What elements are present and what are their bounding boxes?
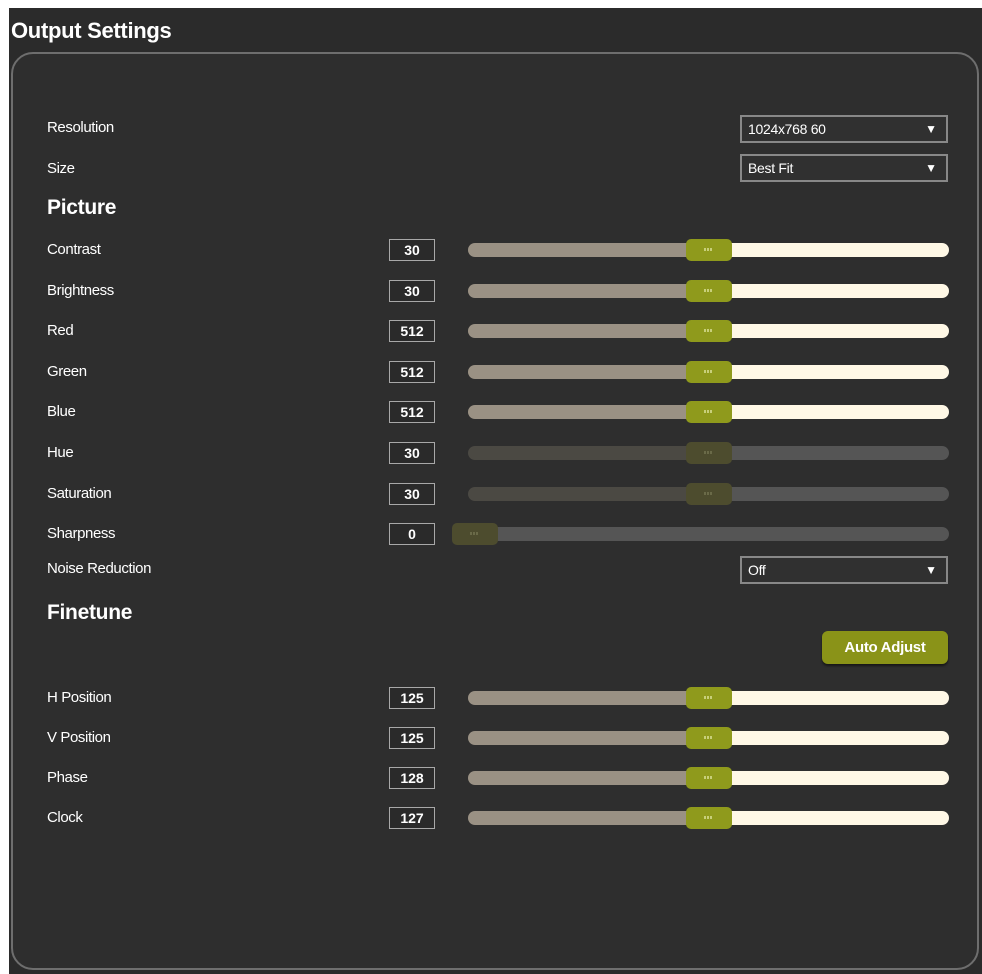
phase-slider-fill — [468, 771, 709, 785]
red-slider[interactable] — [468, 320, 949, 343]
triangle-down-icon: ▼ — [925, 161, 937, 175]
finetune-heading: Finetune — [47, 601, 133, 624]
brightness-slider-fill — [468, 283, 709, 298]
green-slider-thumb[interactable] — [685, 360, 732, 383]
settings-panel — [11, 52, 979, 970]
blue-slider-fill — [468, 405, 709, 420]
hue-value-input[interactable]: 30 — [389, 442, 435, 464]
brightness-slider-thumb[interactable] — [685, 279, 732, 302]
v-position-slider[interactable] — [468, 727, 949, 749]
green-slider-track — [708, 364, 949, 379]
red-slider-thumb[interactable] — [685, 320, 732, 343]
page-title: Output Settings — [11, 18, 172, 43]
size-label: Size — [47, 160, 75, 177]
contrast-label: Contrast — [47, 241, 101, 258]
green-slider-fill — [468, 364, 709, 379]
v-position-slider-fill — [468, 731, 709, 745]
sharpness-slider-thumb[interactable] — [452, 523, 498, 546]
h-position-slider-fill — [468, 691, 709, 705]
brightness-slider[interactable] — [468, 279, 949, 302]
clock-label: Clock — [47, 809, 83, 826]
phase-label: Phase — [47, 769, 88, 786]
saturation-slider-thumb[interactable] — [685, 482, 732, 505]
hue-slider[interactable] — [468, 442, 949, 464]
size-select[interactable]: Best Fit ▼ — [740, 154, 948, 182]
sharpness-slider[interactable] — [452, 523, 949, 546]
blue-slider-thumb[interactable] — [685, 401, 732, 424]
contrast-slider-track — [708, 243, 949, 257]
clock-slider-thumb[interactable] — [685, 807, 732, 829]
resolution-label: Resolution — [47, 119, 114, 136]
red-label: Red — [47, 322, 74, 340]
triangle-down-icon: ▼ — [925, 122, 937, 136]
blue-slider-track — [708, 405, 949, 420]
contrast-slider[interactable] — [468, 239, 949, 261]
blue-value-input[interactable]: 512 — [389, 401, 435, 424]
h-position-slider[interactable] — [468, 687, 949, 709]
green-label: Green — [47, 362, 87, 380]
red-value-input[interactable]: 512 — [389, 320, 435, 343]
h-position-slider-thumb[interactable] — [685, 687, 732, 709]
blue-slider[interactable] — [468, 401, 949, 424]
hue-label: Hue — [47, 444, 74, 461]
clock-slider-fill — [468, 811, 709, 825]
phase-slider-track — [708, 771, 949, 785]
saturation-slider-fill — [468, 486, 709, 501]
phase-slider[interactable] — [468, 767, 949, 789]
clock-value-input[interactable]: 127 — [389, 807, 435, 829]
red-slider-fill — [468, 324, 709, 339]
h-position-label: H Position — [47, 689, 112, 706]
resolution-value: 1024x768 60 — [748, 121, 826, 137]
picture-heading: Picture — [47, 196, 117, 219]
h-position-slider-track — [708, 691, 949, 705]
phase-value-input[interactable]: 128 — [389, 767, 435, 789]
size-value: Best Fit — [748, 160, 794, 176]
clock-slider[interactable] — [468, 807, 949, 829]
contrast-value-input[interactable]: 30 — [389, 239, 435, 261]
v-position-label: V Position — [47, 729, 111, 746]
v-position-slider-track — [708, 731, 949, 745]
saturation-label: Saturation — [47, 484, 112, 502]
clock-slider-track — [708, 811, 949, 825]
contrast-slider-thumb[interactable] — [685, 239, 732, 261]
noise-reduction-value: Off — [748, 562, 766, 578]
brightness-label: Brightness — [47, 281, 114, 299]
hue-slider-fill — [468, 446, 709, 460]
hue-slider-thumb[interactable] — [685, 442, 732, 464]
red-slider-track — [708, 324, 949, 339]
sharpness-slider-track — [468, 527, 949, 542]
contrast-slider-fill — [468, 243, 709, 257]
noise-reduction-label: Noise Reduction — [47, 560, 152, 577]
green-slider[interactable] — [468, 360, 949, 383]
sharpness-value-input[interactable]: 0 — [389, 523, 435, 546]
saturation-value-input[interactable]: 30 — [389, 482, 435, 505]
auto-adjust-button[interactable]: Auto Adjust — [822, 631, 948, 664]
brightness-value-input[interactable]: 30 — [389, 279, 435, 302]
sharpness-label: Sharpness — [47, 525, 116, 543]
blue-label: Blue — [47, 403, 76, 421]
hue-slider-track — [708, 446, 949, 460]
saturation-slider-track — [708, 486, 949, 501]
v-position-value-input[interactable]: 125 — [389, 727, 435, 749]
brightness-slider-track — [708, 283, 949, 298]
resolution-select[interactable]: 1024x768 60 ▼ — [740, 115, 948, 143]
noise-reduction-select[interactable]: Off ▼ — [740, 556, 948, 584]
v-position-slider-thumb[interactable] — [685, 727, 732, 749]
green-value-input[interactable]: 512 — [389, 360, 435, 383]
saturation-slider[interactable] — [468, 482, 949, 505]
phase-slider-thumb[interactable] — [685, 767, 732, 789]
triangle-down-icon: ▼ — [925, 563, 937, 577]
h-position-value-input[interactable]: 125 — [389, 687, 435, 709]
